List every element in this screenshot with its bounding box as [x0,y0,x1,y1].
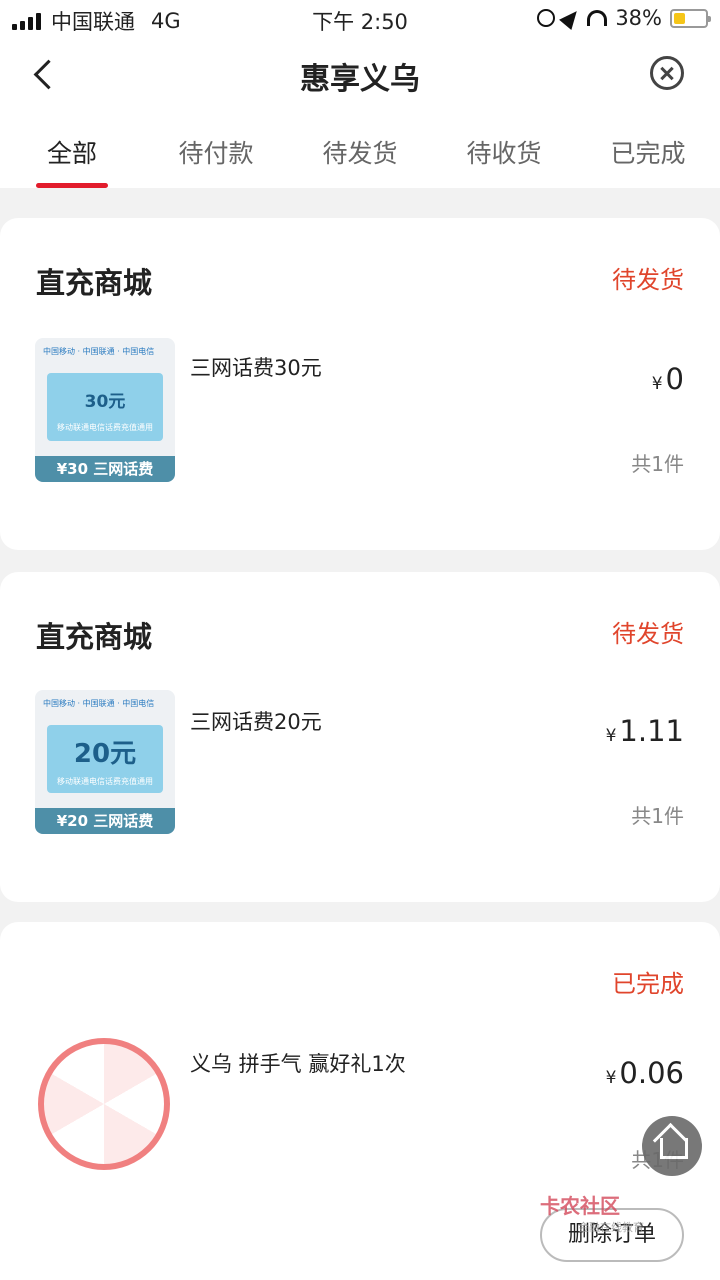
price-value: 1.11 [619,714,684,748]
item-price: ¥0 [652,362,684,396]
lucky-wheel-image [38,1038,170,1170]
home-icon[interactable] [642,1116,702,1176]
shop-name: 直充商城 [36,266,153,300]
page-title: 惠享义乌 [300,62,420,97]
carrier-logos: 中国移动 · 中国联通 · 中国电信 [43,347,155,356]
headphones-icon [587,10,608,26]
order-card[interactable]: 直充商城 待发货 中国移动 · 中国联通 · 中国电信 20元 移动联通电信话费… [0,572,720,902]
product-image: 中国移动 · 中国联通 · 中国电信 20元 移动联通电信话费充值通用 ¥20 … [35,690,175,834]
battery-icon [670,8,711,28]
price-value: 0 [665,362,684,396]
item-name: 三网话费30元 [190,356,322,380]
close-button[interactable] [650,56,684,90]
recharge-card-face: 30元 移动联通电信话费充值通用 [47,373,163,441]
product-image: 中国移动 · 中国联通 · 中国电信 30元 移动联通电信话费充值通用 ¥30 … [35,338,175,482]
currency-symbol: ¥ [651,374,663,394]
item-name: 三网话费20元 [190,710,322,734]
status-right: 38% [537,5,711,31]
item-name: 义乌 拼手气 赢好礼1次 [190,1052,406,1076]
price-value: 0.06 [619,1056,684,1090]
item-price: ¥0.06 [606,1056,684,1090]
item-quantity: 共1件 [631,452,684,476]
status-bar: 中国联通 4G 下午 2:50 38% [0,0,720,38]
tab-all[interactable]: 全部 [0,110,144,188]
rotation-lock-icon [537,9,556,27]
tab-pending-shipment[interactable]: 待发货 [288,110,432,188]
location-icon [559,5,584,31]
card-amount: 30元 [84,392,126,412]
order-tabs: 全部 待付款 待发货 待收货 已完成 [0,110,720,188]
card-subtitle: 移动联通电信话费充值通用 [57,423,153,432]
item-price: ¥1.11 [606,714,684,748]
tab-pending-payment[interactable]: 待付款 [144,110,288,188]
battery-percent: 38% [615,6,662,30]
order-status: 待发货 [612,266,684,294]
watermark-logo: 卡农社区 金融在线教育 [540,1190,644,1235]
order-status: 已完成 [612,970,684,998]
watermark-subtext: 金融在线教育 [578,1221,644,1234]
tab-pending-receipt[interactable]: 待收货 [432,110,576,188]
currency-symbol: ¥ [605,1068,617,1088]
card-subtitle: 移动联通电信话费充值通用 [57,777,153,786]
card-band: ¥30 三网话费 [35,456,175,482]
card-band: ¥20 三网话费 [35,808,175,834]
item-quantity: 共1件 [631,804,684,828]
shop-name: 直充商城 [36,620,153,654]
order-card[interactable]: 直充商城 待发货 中国移动 · 中国联通 · 中国电信 30元 移动联通电信话费… [0,218,720,550]
recharge-card-face: 20元 移动联通电信话费充值通用 [47,725,163,793]
watermark-text: 卡农社区 [540,1194,620,1218]
tab-completed[interactable]: 已完成 [576,110,720,188]
carrier-logos: 中国移动 · 中国联通 · 中国电信 [43,699,155,708]
currency-symbol: ¥ [605,726,617,746]
card-amount: 20元 [73,739,137,769]
order-status: 待发货 [612,620,684,648]
nav-bar: 惠享义乌 [0,38,720,110]
